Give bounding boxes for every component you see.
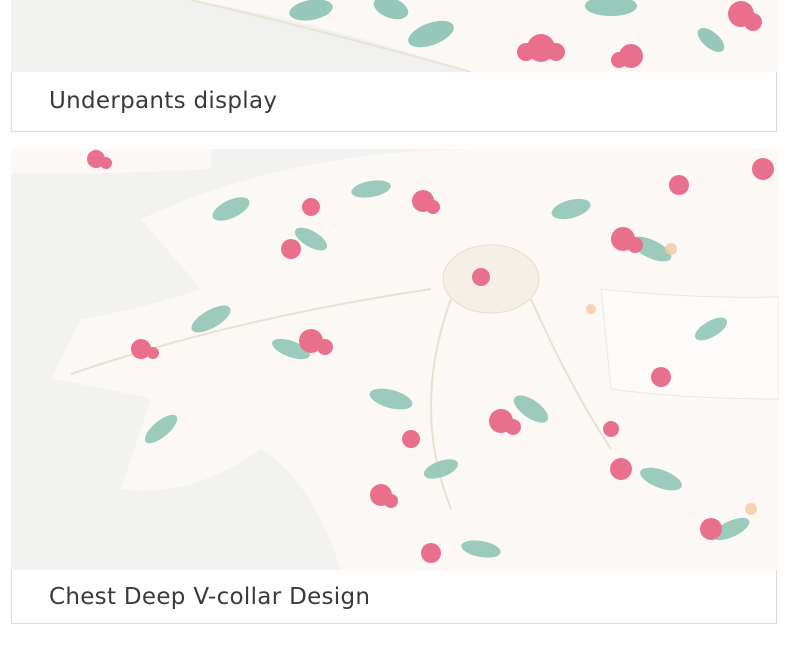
caption-underpants: Underpants display — [11, 72, 777, 132]
caption-chest-design-text: Chest Deep V-collar Design — [49, 584, 371, 610]
underpants-photo — [11, 0, 779, 72]
caption-chest-design: Chest Deep V-collar Design — [11, 570, 777, 624]
caption-underpants-text: Underpants display — [49, 88, 278, 114]
chest-knot-photo — [11, 149, 779, 570]
